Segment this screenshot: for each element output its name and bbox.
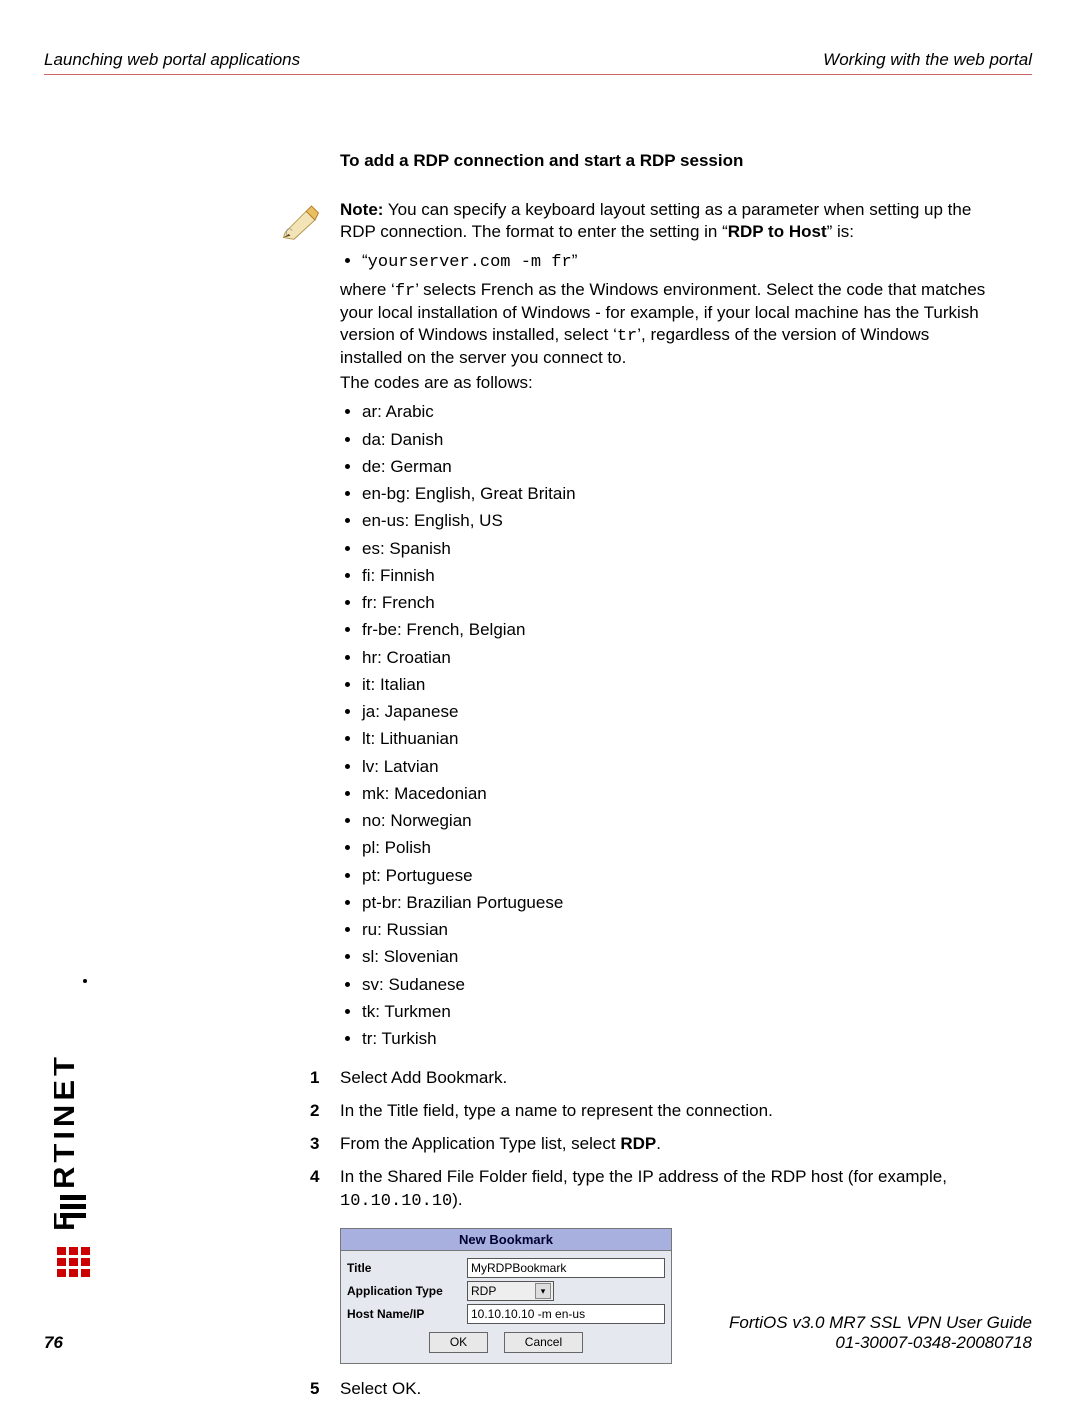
code-list-item: mk: Macedonian xyxy=(362,783,990,804)
bm-title-label: Title xyxy=(347,1260,467,1276)
step-text: From the Application Type list, select R… xyxy=(340,1133,990,1156)
code-list-item: es: Spanish xyxy=(362,538,990,559)
header-right: Working with the web portal xyxy=(823,50,1032,70)
step-number: 5 xyxy=(310,1378,340,1401)
code-list-item: pl: Polish xyxy=(362,837,990,858)
page-number: 76 xyxy=(44,1333,63,1353)
step-text: Select OK. xyxy=(340,1378,990,1401)
code-list-item: ru: Russian xyxy=(362,919,990,940)
note-icon xyxy=(280,199,322,241)
step: 5Select OK. xyxy=(310,1378,990,1401)
code-list-item: tk: Turkmen xyxy=(362,1001,990,1022)
code-list-item: sl: Slovenian xyxy=(362,946,990,967)
code-list-item: hr: Croatian xyxy=(362,647,990,668)
footer-info: FortiOS v3.0 MR7 SSL VPN User Guide 01-3… xyxy=(729,1313,1032,1353)
bm-apptype-select[interactable]: RDP ▾ xyxy=(467,1281,554,1301)
code-list-item: fi: Finnish xyxy=(362,565,990,586)
svg-text:F: F xyxy=(54,1208,81,1231)
step: 3From the Application Type list, select … xyxy=(310,1133,990,1156)
example-code: yourserver.com -m fr xyxy=(368,253,572,272)
code-list-item: de: German xyxy=(362,456,990,477)
code-list-item: pt-br: Brazilian Portuguese xyxy=(362,892,990,913)
bm-apptype-label: Application Type xyxy=(347,1283,467,1299)
fortinet-logo: F RTINET xyxy=(54,961,94,1281)
step-number: 1 xyxy=(310,1067,340,1090)
code-list-item: en-bg: English, Great Britain xyxy=(362,483,990,504)
header-left: Launching web portal applications xyxy=(44,50,300,70)
example-line: “yourserver.com -m fr” xyxy=(362,250,990,273)
footer-docnum: 01-30007-0348-20080718 xyxy=(729,1333,1032,1353)
note-text-1: You can specify a keyboard layout settin… xyxy=(340,200,971,240)
step-number: 3 xyxy=(310,1133,340,1156)
code-list-item: no: Norwegian xyxy=(362,810,990,831)
code-list-item: tr: Turkish xyxy=(362,1028,990,1049)
code-list-item: fr: French xyxy=(362,592,990,613)
step-text: Select Add Bookmark. xyxy=(340,1067,990,1090)
code-list-item: fr-be: French, Belgian xyxy=(362,619,990,640)
step: 4In the Shared File Folder field, type t… xyxy=(310,1166,990,1214)
chevron-down-icon: ▾ xyxy=(535,1283,551,1299)
step-text: In the Shared File Folder field, type th… xyxy=(340,1166,990,1214)
code-list-item: en-us: English, US xyxy=(362,510,990,531)
note-bold-rdp: RDP to Host xyxy=(728,222,827,241)
header-rule xyxy=(44,74,1032,75)
svg-text:RTINET: RTINET xyxy=(54,1053,81,1189)
section-title: To add a RDP connection and start a RDP … xyxy=(340,150,990,171)
step-number: 4 xyxy=(310,1166,340,1214)
footer-guide: FortiOS v3.0 MR7 SSL VPN User Guide xyxy=(729,1313,1032,1333)
note-label: Note: xyxy=(340,200,383,219)
code-list-item: lt: Lithuanian xyxy=(362,728,990,749)
code-list-item: ar: Arabic xyxy=(362,401,990,422)
bookmark-header: New Bookmark xyxy=(341,1229,671,1252)
note-block: Note: You can specify a keyboard layout … xyxy=(340,199,990,1057)
step: 1Select Add Bookmark. xyxy=(310,1067,990,1090)
code-list-item: pt: Portuguese xyxy=(362,865,990,886)
code-list-item: sv: Sudanese xyxy=(362,974,990,995)
code-list: ar: Arabic da: Danish de: German en-bg: Eng… xyxy=(362,401,990,1049)
codes-intro: The codes are as follows: xyxy=(340,372,990,393)
code-list-item: lv: Latvian xyxy=(362,756,990,777)
step-number: 2 xyxy=(310,1100,340,1123)
code-list-item: da: Danish xyxy=(362,429,990,450)
step-text: In the Title field, type a name to repre… xyxy=(340,1100,990,1123)
code-list-item: it: Italian xyxy=(362,674,990,695)
where-block: where ‘fr’ selects French as the Windows… xyxy=(340,279,990,368)
bm-title-input[interactable]: MyRDPBookmark xyxy=(467,1258,665,1278)
code-list-item: ja: Japanese xyxy=(362,701,990,722)
note-text-2: ” is: xyxy=(827,222,854,241)
step: 2In the Title field, type a name to repr… xyxy=(310,1100,990,1123)
